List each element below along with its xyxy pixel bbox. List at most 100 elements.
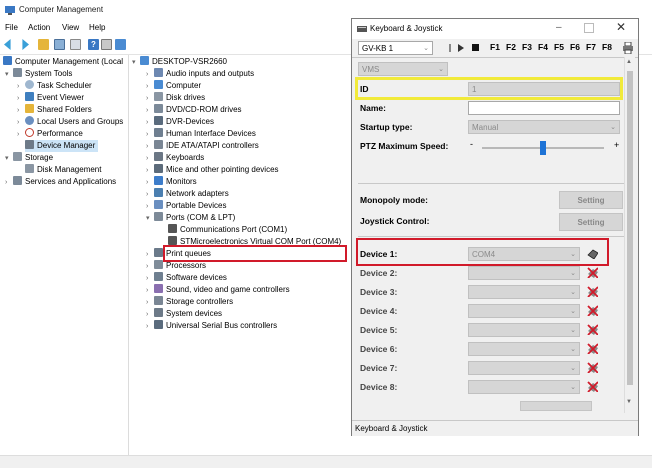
monitor-icon[interactable] [115,39,126,50]
tree-item-services-applications[interactable]: › Services and Applications [5,176,116,188]
device-category[interactable]: › DVR-Devices [146,116,214,128]
function-key-button[interactable]: F7 [586,42,596,52]
chevron-right-icon[interactable]: › [146,321,154,333]
function-key-button[interactable]: F6 [570,42,580,52]
properties-icon[interactable] [70,39,81,50]
shared-folder-icon [25,104,34,113]
device-category[interactable]: › Disk drives [146,92,205,104]
computer-management-icon [5,6,15,15]
cm-horizontal-scrollbar[interactable] [0,455,652,468]
function-key-button[interactable]: F5 [554,42,564,52]
port-item[interactable]: Communications Port (COM1) [168,224,287,236]
disconnected-device-icon[interactable] [587,305,598,316]
scroll-up-icon[interactable]: ▲ [626,59,632,65]
scan-hardware-icon[interactable] [101,39,112,50]
tree-item-computer-management[interactable]: Computer Management (Local [3,56,123,68]
stop-icon[interactable] [472,44,479,51]
device-label: Device 7: [360,363,398,373]
device-port-select[interactable]: COM4 ⌄ [468,247,580,261]
ptz-speed-thumb[interactable] [540,141,546,155]
device-port-select[interactable]: ⌄ [468,342,580,356]
device-category[interactable]: › Keyboards [146,152,204,164]
device-category[interactable]: › Mice and other pointing devices [146,164,279,176]
device-category[interactable]: › Computer [146,80,201,92]
device-category[interactable]: › Software devices [146,272,227,284]
chevron-down-icon[interactable]: ▾ [5,153,13,165]
chevron-down-icon[interactable]: ▾ [132,57,140,69]
minimize-button[interactable]: – [556,22,562,33]
dialog-scrollbar[interactable]: ▲ ▼ [624,57,635,413]
keyboard-device-select[interactable]: GV-KB 1 ⌄ [358,41,433,55]
forward-arrow-icon[interactable] [22,39,29,50]
connected-device-icon[interactable] [587,248,598,259]
disconnected-device-icon[interactable] [587,324,598,335]
menu-view[interactable]: View [62,23,79,32]
menu-help[interactable]: Help [89,23,105,32]
computer-management-icon [3,56,12,65]
folder-up-icon[interactable] [38,39,49,50]
device-category[interactable]: › Sound, video and game controllers [146,284,290,296]
function-key-button[interactable]: F4 [538,42,548,52]
name-field[interactable] [468,101,620,115]
help-icon[interactable]: ? [88,39,99,50]
chevron-down-icon[interactable]: ▾ [146,213,154,225]
disconnected-device-icon[interactable] [587,286,598,297]
device-category[interactable]: › Portable Devices [146,200,226,212]
device-tree-root[interactable]: ▾ DESKTOP-VSR2660 [132,56,227,68]
ptz-max-label: + [614,140,620,150]
device-category[interactable]: › Storage controllers [146,296,233,308]
function-key-button[interactable]: F8 [602,42,612,52]
printer-icon[interactable] [622,42,634,54]
tree-item-local-users[interactable]: › Local Users and Groups [17,116,123,128]
device-category[interactable]: › DVD/CD-ROM drives [146,104,242,116]
monopoly-setting-button[interactable]: Setting [559,191,623,209]
show-hide-tree-icon[interactable] [54,39,65,50]
function-key-button[interactable]: F3 [522,42,532,52]
device-category[interactable]: › Audio inputs and outputs [146,68,254,80]
menu-action[interactable]: Action [28,23,50,32]
device-port-select[interactable]: ⌄ [468,361,580,375]
tree-item-device-manager[interactable]: Device Manager [25,140,99,152]
chevron-down-icon[interactable]: ▾ [5,69,13,81]
device-port-select[interactable]: ⌄ [468,323,580,337]
tree-item-event-viewer[interactable]: › Event Viewer [17,92,84,104]
function-key-button[interactable]: F1 [490,42,500,52]
disconnected-device-icon[interactable] [587,362,598,373]
device-category[interactable]: › Monitors [146,176,197,188]
chevron-right-icon[interactable]: › [17,129,25,141]
device-category-icon [154,164,163,173]
device-category[interactable]: › System devices [146,308,222,320]
tree-item-disk-management[interactable]: Disk Management [25,164,101,176]
scroll-down-icon[interactable]: ▼ [626,399,632,405]
id-field[interactable]: 1 [468,82,620,96]
device-port-select[interactable]: ⌄ [468,380,580,394]
device-category[interactable]: › Universal Serial Bus controllers [146,320,277,332]
play-icon[interactable] [458,44,464,52]
close-button[interactable]: ✕ [616,20,626,34]
tree-item-storage[interactable]: ▾ Storage [5,152,53,164]
vms-select[interactable]: VMS ⌄ [358,62,448,76]
device-category[interactable]: › Human Interface Devices [146,128,256,140]
tree-item-system-tools[interactable]: ▾ System Tools [5,68,72,80]
back-arrow-icon[interactable] [4,39,11,50]
device-port-select[interactable]: ⌄ [468,304,580,318]
menu-file[interactable]: File [5,23,18,32]
maximize-button[interactable] [584,23,594,33]
startup-type-select[interactable]: Manual ⌄ [468,120,620,134]
joystick-setting-button[interactable]: Setting [559,213,623,231]
device-port-select[interactable]: ⌄ [468,266,580,280]
disconnected-device-icon[interactable] [587,267,598,278]
disconnected-device-icon[interactable] [587,343,598,354]
device-port-select[interactable]: ⌄ [468,285,580,299]
tree-item-shared-folders[interactable]: › Shared Folders [17,104,92,116]
tree-item-performance[interactable]: › Performance [17,128,83,140]
refresh-button[interactable] [520,401,592,411]
disconnected-device-icon[interactable] [587,381,598,392]
tree-item-task-scheduler[interactable]: › Task Scheduler [17,80,92,92]
function-key-button[interactable]: F2 [506,42,516,52]
device-category[interactable]: ▾ Ports (COM & LPT) [146,212,235,224]
device-category[interactable]: › Network adapters [146,188,229,200]
scrollbar-thumb[interactable] [627,71,633,385]
chevron-right-icon[interactable]: › [5,177,13,189]
device-category[interactable]: › IDE ATA/ATAPI controllers [146,140,259,152]
